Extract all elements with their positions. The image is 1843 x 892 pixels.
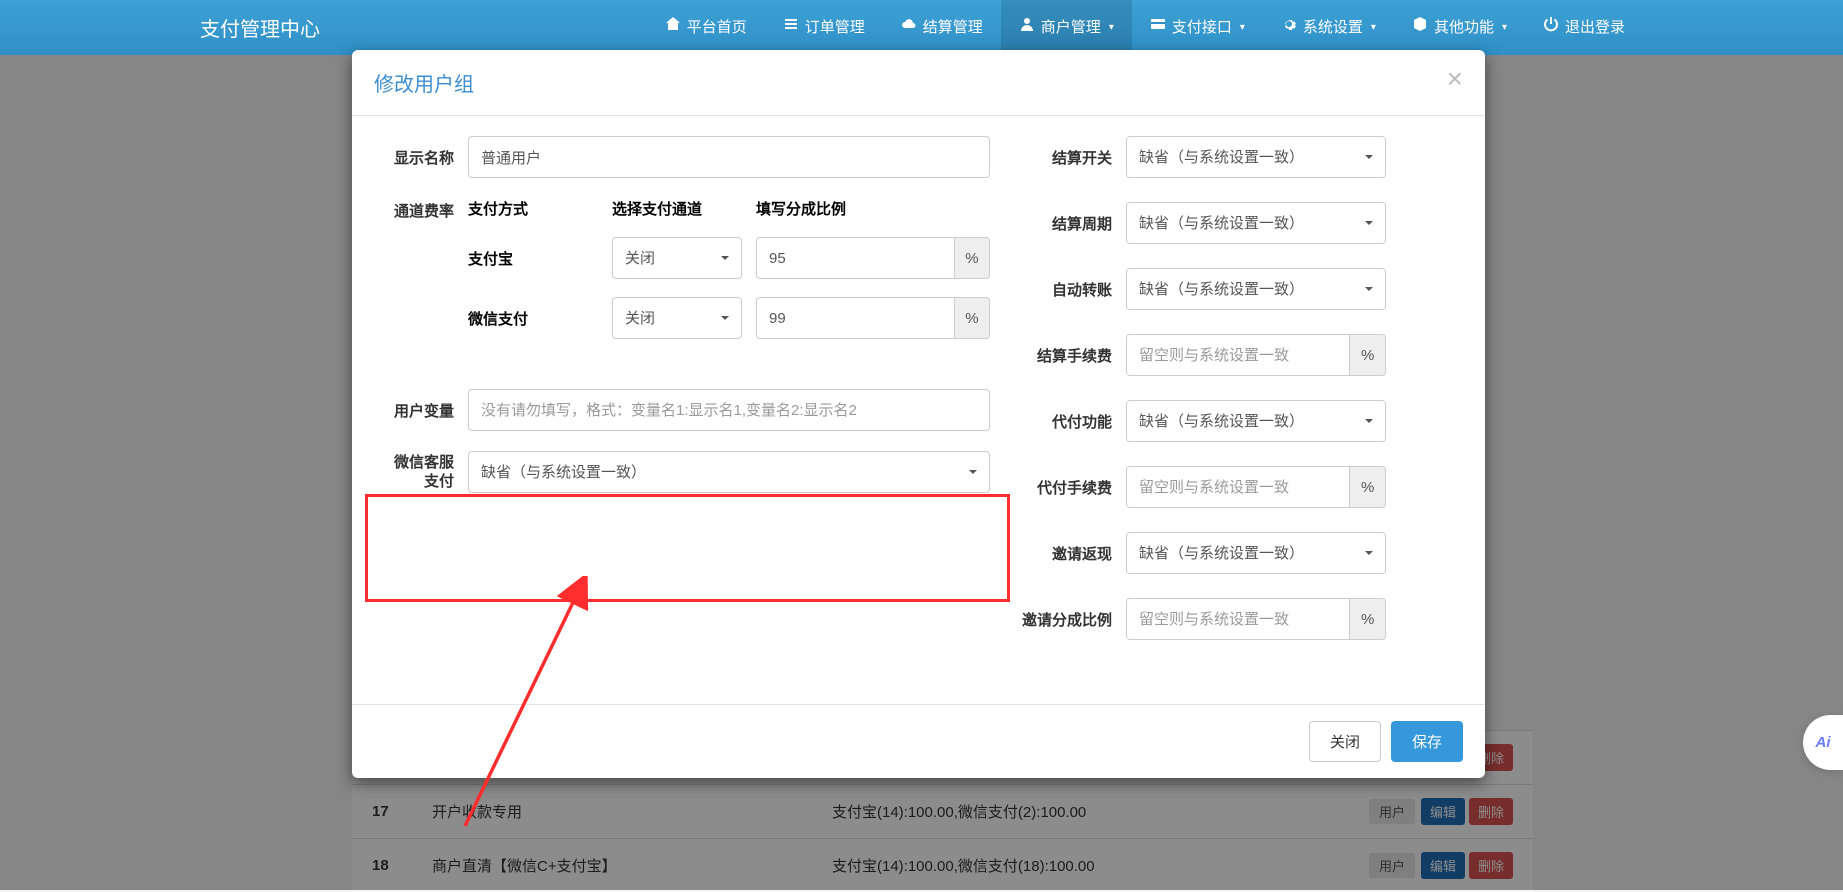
setting-label: 代付手续费 [1010, 477, 1126, 498]
nav-card[interactable]: 支付接口▾ [1132, 0, 1263, 55]
nav-label: 支付接口 [1172, 0, 1232, 55]
modal-title: 修改用户组 [374, 68, 1447, 97]
channel-select[interactable]: 关闭 [612, 297, 742, 339]
gear-icon [1281, 0, 1297, 55]
wechat-kf-select[interactable]: 缺省（与系统设置一致） [468, 451, 990, 493]
user-icon [1019, 0, 1035, 55]
top-navbar: 支付管理中心 平台首页订单管理结算管理商户管理▾支付接口▾系统设置▾其他功能▾退… [0, 0, 1843, 55]
chevron-down-icon: ▾ [1502, 0, 1507, 55]
modal-header: 修改用户组 × [352, 50, 1485, 116]
percent-addon: % [955, 237, 990, 279]
chevron-down-icon: ▾ [1371, 0, 1376, 55]
setting-label: 邀请返现 [1010, 543, 1126, 564]
user-var-input[interactable] [468, 389, 990, 431]
nav-label: 其他功能 [1434, 0, 1494, 55]
nav-power[interactable]: 退出登录 [1525, 0, 1643, 55]
setting-select[interactable]: 缺省（与系统设置一致） [1126, 400, 1386, 442]
home-icon [665, 0, 681, 55]
cloud-icon [901, 0, 917, 55]
percent-addon: % [1350, 598, 1386, 640]
percent-addon: % [1350, 466, 1386, 508]
cube-icon [1412, 0, 1428, 55]
list-icon [783, 0, 799, 55]
channel-header: 选择支付通道 [612, 198, 742, 219]
rate-input[interactable] [756, 237, 955, 279]
edit-usergroup-modal: 修改用户组 × 显示名称 通道费率 支付方式选择支付通道填写分成比例支付宝关闭%… [352, 50, 1485, 778]
channel-select[interactable]: 关闭 [612, 237, 742, 279]
modal-footer: 关闭 保存 [352, 704, 1485, 778]
setting-input[interactable] [1126, 466, 1350, 508]
nav-label: 商户管理 [1041, 0, 1101, 55]
setting-label: 结算开关 [1010, 147, 1126, 168]
nav-label: 系统设置 [1303, 0, 1363, 55]
setting-select[interactable]: 缺省（与系统设置一致） [1126, 202, 1386, 244]
channel-header: 支付方式 [468, 198, 598, 219]
percent-addon: % [955, 297, 990, 339]
brand-title: 支付管理中心 [200, 13, 647, 42]
nav-gear[interactable]: 系统设置▾ [1263, 0, 1394, 55]
nav-label: 退出登录 [1565, 0, 1625, 55]
modal-left-column: 显示名称 通道费率 支付方式选择支付通道填写分成比例支付宝关闭%微信支付关闭% … [376, 136, 990, 664]
setting-label: 代付功能 [1010, 411, 1126, 432]
wechat-kf-label: 微信客服支付 [376, 453, 468, 492]
setting-input[interactable] [1126, 598, 1350, 640]
chevron-down-icon: ▾ [1240, 0, 1245, 55]
setting-label: 邀请分成比例 [1010, 609, 1126, 630]
card-icon [1150, 0, 1166, 55]
nav-label: 结算管理 [923, 0, 983, 55]
save-button[interactable]: 保存 [1391, 721, 1463, 762]
setting-select[interactable]: 缺省（与系统设置一致） [1126, 532, 1386, 574]
pay-method-label: 微信支付 [468, 308, 598, 329]
setting-select[interactable]: 缺省（与系统设置一致） [1126, 136, 1386, 178]
setting-label: 结算手续费 [1010, 345, 1126, 366]
chevron-down-icon: ▾ [1109, 0, 1114, 55]
percent-addon: % [1350, 334, 1386, 376]
power-icon [1543, 0, 1559, 55]
nav-label: 订单管理 [805, 0, 865, 55]
close-icon[interactable]: × [1447, 72, 1463, 94]
channel-rate-label: 通道费率 [376, 198, 468, 221]
setting-label: 自动转账 [1010, 279, 1126, 300]
ai-badge-text: Ai [1816, 734, 1831, 751]
nav-items: 平台首页订单管理结算管理商户管理▾支付接口▾系统设置▾其他功能▾退出登录 [647, 0, 1643, 55]
setting-input[interactable] [1126, 334, 1350, 376]
rate-input[interactable] [756, 297, 955, 339]
nav-home[interactable]: 平台首页 [647, 0, 765, 55]
nav-user[interactable]: 商户管理▾ [1001, 0, 1132, 55]
nav-label: 平台首页 [687, 0, 747, 55]
nav-list[interactable]: 订单管理 [765, 0, 883, 55]
modal-right-column: 结算开关缺省（与系统设置一致）结算周期缺省（与系统设置一致）自动转账缺省（与系统… [1010, 136, 1461, 664]
nav-cube[interactable]: 其他功能▾ [1394, 0, 1525, 55]
user-var-label: 用户变量 [376, 400, 468, 421]
setting-select[interactable]: 缺省（与系统设置一致） [1126, 268, 1386, 310]
channel-header: 填写分成比例 [756, 198, 990, 219]
display-name-label: 显示名称 [376, 147, 468, 168]
pay-method-label: 支付宝 [468, 248, 598, 269]
display-name-input[interactable] [468, 136, 990, 178]
setting-label: 结算周期 [1010, 213, 1126, 234]
cancel-button[interactable]: 关闭 [1309, 721, 1381, 762]
nav-cloud[interactable]: 结算管理 [883, 0, 1001, 55]
